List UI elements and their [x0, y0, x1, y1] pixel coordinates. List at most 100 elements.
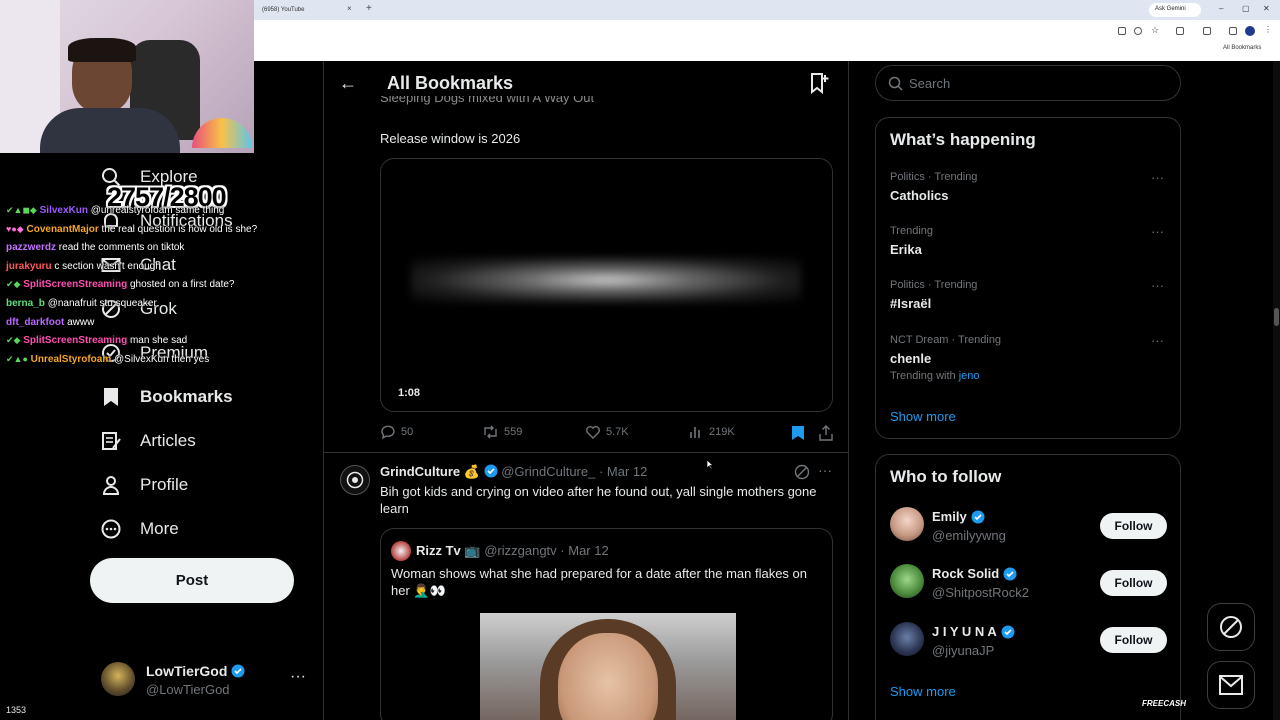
tweet-author-handle[interactable]: @GrindCulture_ — [501, 464, 595, 479]
chat-line: dft_darkfoot awww — [6, 317, 306, 336]
extensions-icon[interactable] — [1176, 27, 1184, 35]
views-button[interactable]: 219K — [688, 424, 735, 440]
chat-user: SplitScreenStreaming — [23, 279, 128, 291]
bookmarks-folder[interactable]: All Bookmarks — [1223, 45, 1261, 51]
webcam-overlay — [0, 0, 254, 153]
profile-avatar[interactable] — [1245, 26, 1255, 36]
post-button[interactable]: Post — [90, 558, 294, 603]
new-tab-icon[interactable]: + — [366, 3, 372, 14]
ask-gemini-button[interactable]: Ask Gemini — [1149, 3, 1201, 17]
trend-name[interactable]: Catholics — [890, 188, 949, 203]
star-icon[interactable]: ☆ — [1151, 25, 1159, 35]
follow-user-handle: @ShitpostRock2 — [932, 585, 1030, 600]
nav-more[interactable]: More — [100, 512, 179, 546]
avatar[interactable] — [890, 622, 924, 656]
messages-fab-button[interactable] — [1207, 661, 1255, 709]
repost-button[interactable]: 559 — [482, 424, 522, 440]
avatar[interactable] — [340, 465, 370, 495]
trend-meta: Politics · Trending — [890, 171, 978, 183]
nav-profile[interactable]: Profile — [100, 468, 188, 502]
avatar — [101, 662, 135, 696]
zoom-icon[interactable] — [1134, 27, 1142, 35]
trending-with-link[interactable]: jeno — [959, 370, 980, 382]
sidepanel-icon[interactable] — [1203, 27, 1211, 35]
trend-name[interactable]: Erika — [890, 242, 922, 257]
like-button[interactable]: 5.7K — [585, 424, 629, 440]
follow-user-handle: @emilyywng — [932, 528, 1006, 543]
tweet-text-clipped: Sleeping Dogs mixed with A Way Out — [380, 96, 595, 105]
trend-more-icon[interactable]: ··· — [1151, 170, 1164, 185]
bookmark-filled-icon[interactable] — [791, 425, 805, 441]
address-bar-row[interactable] — [254, 20, 1280, 42]
nav-bookmarks[interactable]: Bookmarks — [100, 380, 233, 414]
follow-user-name[interactable]: Rock Solid — [932, 566, 999, 581]
scrollbar[interactable] — [1273, 61, 1280, 720]
chat-message: man she sad — [129, 335, 188, 347]
nav-explore[interactable]: Explore — [100, 160, 198, 194]
verified-badge-icon — [1003, 567, 1017, 580]
maximize-icon[interactable]: ▢ — [1242, 4, 1250, 13]
download-icon[interactable] — [1229, 27, 1237, 35]
chat-message: @unrealstyrofoam same thing — [90, 205, 225, 216]
chat-user: CovenantMajor — [26, 223, 99, 235]
tweet-date[interactable]: · Mar 12 — [599, 464, 647, 479]
chat-line: ♥●◆ CovenantMajor the real question is h… — [6, 224, 306, 243]
video-duration: 1:08 — [398, 387, 421, 399]
trend-more-icon[interactable]: ··· — [1151, 224, 1164, 239]
menu-icon[interactable]: ⋮ — [1264, 25, 1272, 34]
chat-badges: ✔◆ — [6, 335, 21, 346]
account-switcher[interactable]: LowTierGod @LowTierGod ··· — [101, 662, 311, 700]
person-icon — [100, 474, 122, 496]
account-more-icon[interactable]: ··· — [290, 668, 306, 686]
tweet-author-name[interactable]: GrindCulture 💰 — [380, 464, 480, 479]
grok-icon[interactable] — [794, 464, 810, 480]
grok-fab-button[interactable] — [1207, 603, 1255, 651]
chat-line: berna_b @nanafruit stu squeaker — [6, 298, 306, 317]
scrollbar-thumb[interactable] — [1274, 308, 1279, 326]
trend-name[interactable]: chenle — [890, 351, 931, 366]
avatar[interactable] — [890, 507, 924, 541]
browser-tab-strip — [254, 0, 1280, 20]
avatar — [391, 541, 411, 561]
trending-panel: What’s happening Politics · Trending Cat… — [875, 117, 1181, 439]
quoted-date: · Mar 12 — [560, 543, 609, 558]
who-to-follow-show-more[interactable]: Show more — [890, 684, 956, 699]
search-input[interactable]: Search — [875, 65, 1181, 101]
chat-user: SilvexKun — [39, 205, 88, 216]
repost-count: 559 — [504, 426, 523, 438]
close-window-icon[interactable]: ✕ — [1263, 4, 1270, 13]
account-name-row: LowTierGod — [146, 663, 245, 679]
share-icon[interactable] — [819, 425, 833, 441]
verified-badge-icon — [1001, 625, 1015, 638]
trend-more-icon[interactable]: ··· — [1151, 278, 1164, 293]
avatar[interactable] — [890, 564, 924, 598]
follow-button[interactable]: Follow — [1100, 570, 1167, 596]
chat-user: UnrealStyrofoam — [30, 353, 112, 365]
quoted-video-thumbnail[interactable] — [480, 613, 736, 720]
follow-user-name-row: Emily — [932, 509, 985, 524]
quoted-tweet[interactable]: Rizz Tv 📺 @rizzgangtv · Mar 12 Woman sho… — [380, 528, 833, 720]
tweet-text: Bih got kids and crying on video after h… — [380, 484, 817, 516]
tab-close-icon[interactable]: × — [347, 4, 352, 13]
quoted-author-name: Rizz Tv 📺 — [416, 543, 481, 558]
minimize-icon[interactable]: – — [1219, 4, 1223, 13]
trending-with: Trending with jeno — [890, 370, 979, 382]
trend-more-icon[interactable]: ··· — [1151, 333, 1164, 348]
chat-message: read the comments on tiktok — [58, 242, 185, 254]
chat-message: ghosted on a first date? — [129, 279, 235, 291]
video-player[interactable]: 1:08 — [380, 158, 833, 412]
trend-name[interactable]: #Israël — [890, 296, 931, 311]
nav-articles[interactable]: Articles — [100, 424, 196, 458]
follow-button[interactable]: Follow — [1100, 627, 1167, 653]
follow-user-name[interactable]: J I Y U N A — [932, 624, 997, 639]
bookmark-add-icon[interactable] — [808, 72, 830, 94]
chat-user: pazzwerdz — [6, 242, 57, 254]
back-arrow-icon[interactable]: ← — [339, 73, 357, 94]
follow-user-name[interactable]: Emily — [932, 509, 967, 524]
cast-icon[interactable] — [1118, 27, 1126, 35]
tweet-more-icon[interactable]: ··· — [818, 462, 832, 478]
chat-user: jurakyuru — [6, 260, 52, 272]
trending-show-more[interactable]: Show more — [890, 409, 956, 424]
follow-button[interactable]: Follow — [1100, 513, 1167, 539]
reply-button[interactable]: 50 — [380, 424, 413, 440]
